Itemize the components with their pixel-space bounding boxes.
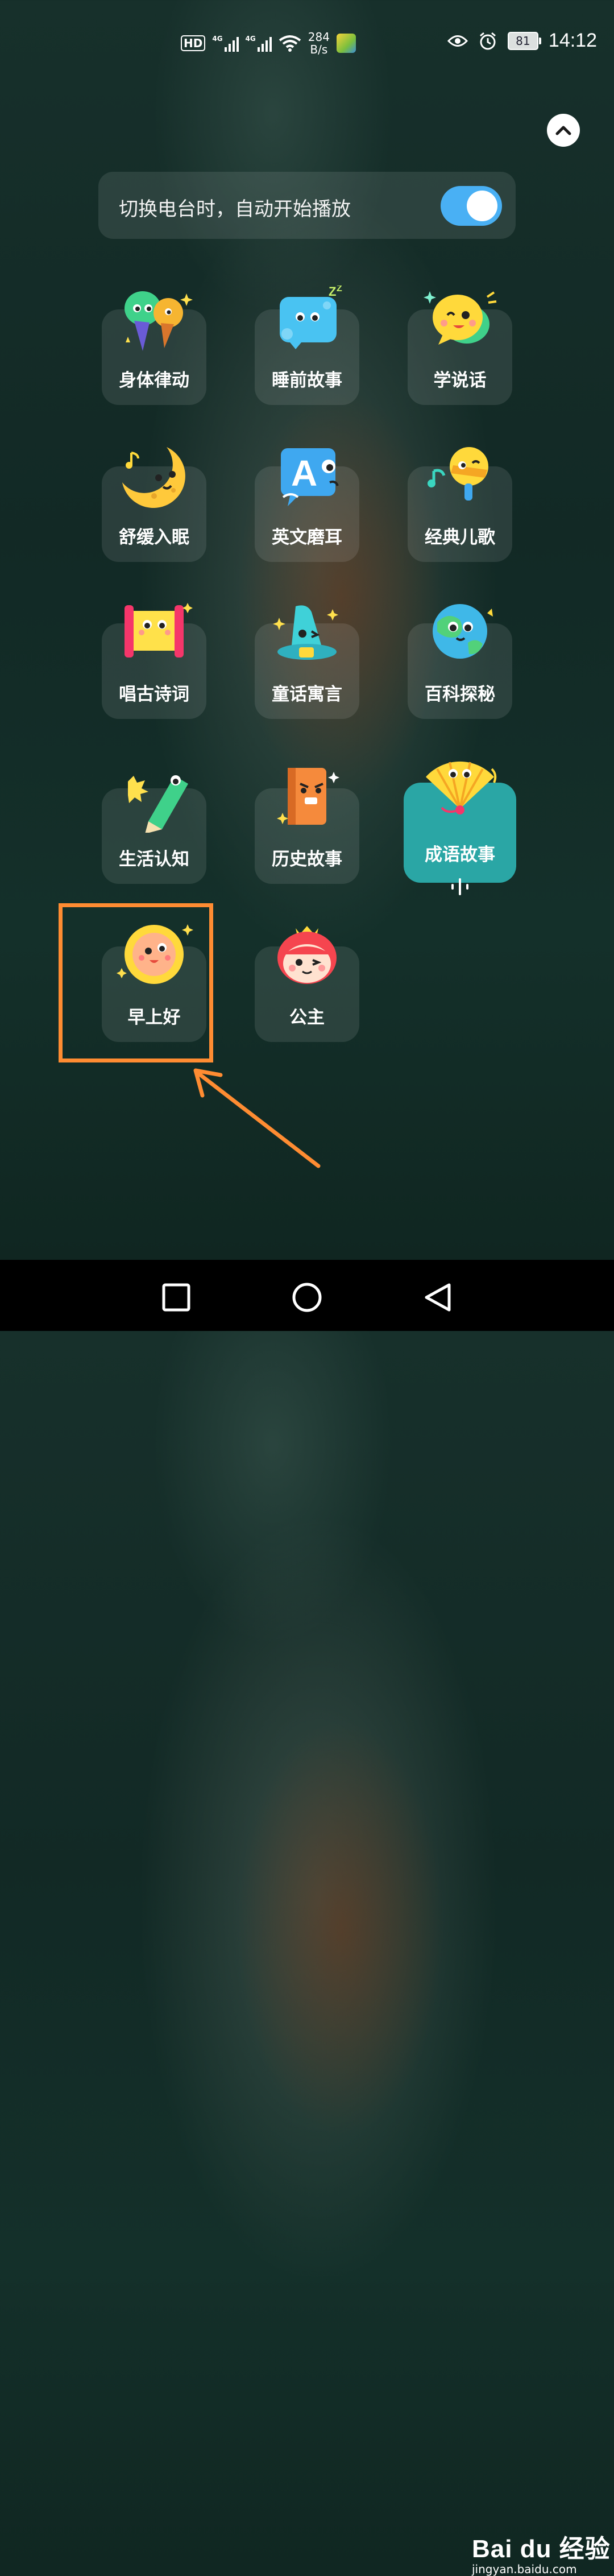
battery-icon: 81 <box>507 31 541 50</box>
app-notification-icon <box>336 34 356 53</box>
station-label: 历史故事 <box>272 849 342 870</box>
station-label: 舒缓入眠 <box>119 527 189 548</box>
annotation-arrow-icon <box>193 1068 321 1168</box>
autoplay-toggle[interactable] <box>441 186 502 226</box>
station-tile-body-rhythm[interactable]: 身体律动 <box>102 291 206 405</box>
singing-microphone-icon <box>428 447 488 501</box>
station-tile-history-stories[interactable]: 历史故事 <box>255 768 359 884</box>
signal-icon-2: 4G <box>246 35 272 52</box>
globe-icon <box>433 604 493 659</box>
baidu-watermark: Bai du 经验 jingyan.baidu.com <box>472 2528 611 2576</box>
status-bar: HD 4G 4G 284 B/s 81 14:12 <box>0 0 614 85</box>
toggle-knob <box>467 191 497 221</box>
recent-apps-button[interactable] <box>160 1281 192 1313</box>
station-label: 生活认知 <box>119 849 189 870</box>
station-label: 唱古诗词 <box>119 684 189 705</box>
station-label: 公主 <box>289 1007 325 1028</box>
station-tile-bedtime-story[interactable]: Z Z 睡前故事 <box>255 286 359 405</box>
home-button[interactable] <box>291 1281 323 1313</box>
station-label: 睡前故事 <box>272 370 342 391</box>
station-tile-ancient-poems[interactable]: 唱古诗词 <box>102 603 206 719</box>
svg-text:Z: Z <box>329 286 336 299</box>
network-speed: 284 B/s <box>308 30 330 56</box>
station-label: 英文磨耳 <box>272 527 342 548</box>
autoplay-setting-card: 切换电台时，自动开始播放 <box>98 172 516 239</box>
svg-text:Z: Z <box>337 286 342 293</box>
station-tile-learn-speaking[interactable]: 学说话 <box>408 291 512 405</box>
wizard-hat-icon <box>273 605 338 660</box>
hd-voice-icon: HD <box>181 35 206 51</box>
princess-icon <box>277 926 337 984</box>
station-label: 学说话 <box>433 370 487 391</box>
microphones-icon <box>125 291 193 351</box>
scroll-icon <box>125 603 193 658</box>
station-tile-english-listening[interactable]: A 英文磨耳 <box>255 448 359 562</box>
station-tile-idiom-stories[interactable]: 成语故事 <box>404 761 516 895</box>
alarm-icon <box>479 32 496 49</box>
wifi-icon <box>279 35 301 52</box>
status-right-group: 81 14:12 <box>447 30 597 52</box>
highlight-annotation-box <box>59 903 213 1062</box>
english-letter-icon: A <box>281 448 339 506</box>
station-label: 百科探秘 <box>425 684 495 705</box>
station-label: 成语故事 <box>425 845 495 865</box>
back-button[interactable] <box>422 1281 454 1313</box>
now-playing-icon <box>451 878 468 895</box>
sleepy-cloud-icon: Z Z <box>280 286 342 349</box>
fan-icon <box>426 761 497 814</box>
watermark-url: jingyan.baidu.com <box>472 2562 577 2576</box>
station-tile-fairy-tales[interactable]: 童话寓言 <box>255 605 359 719</box>
station-label: 身体律动 <box>119 370 189 391</box>
autoplay-label: 切换电台时，自动开始播放 <box>119 198 351 221</box>
station-tile-encyclopedia[interactable]: 百科探秘 <box>408 604 512 719</box>
system-navigation-bar: Bai du 经验 jingyan.baidu.com <box>0 1260 614 2576</box>
chevron-up-icon <box>555 126 571 135</box>
watermark-brand: Bai du 经验 <box>472 2535 611 2563</box>
station-tile-princess[interactable]: 公主 <box>255 926 359 1042</box>
eye-comfort-icon <box>447 35 468 47</box>
station-tile-soothing-sleep[interactable]: 舒缓入眠 <box>102 447 206 562</box>
collapse-button[interactable] <box>547 114 580 147</box>
svg-text:A: A <box>291 453 317 494</box>
signal-icon-1: 4G <box>212 35 239 52</box>
station-tile-classic-songs[interactable]: 经典儿歌 <box>408 447 512 562</box>
pencil-icon <box>128 775 188 833</box>
status-left-group: HD 4G 4G 284 B/s <box>181 31 356 56</box>
station-tile-life-cognition[interactable]: 生活认知 <box>102 775 206 884</box>
moon-icon <box>122 447 185 508</box>
book-icon <box>277 768 339 825</box>
status-time: 14:12 <box>548 30 597 51</box>
station-label: 童话寓言 <box>272 684 342 705</box>
station-label: 经典儿歌 <box>425 527 495 548</box>
speech-bubble-icon <box>424 291 497 345</box>
